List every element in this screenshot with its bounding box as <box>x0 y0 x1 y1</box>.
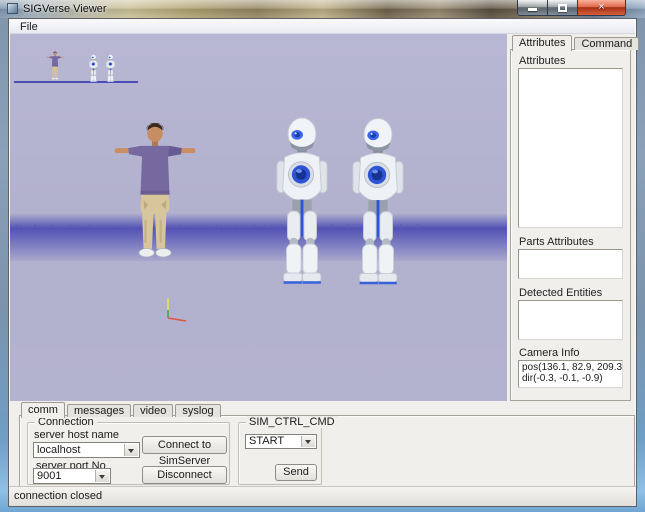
send-button[interactable]: Send <box>275 464 317 481</box>
tab-comm[interactable]: comm <box>21 402 65 418</box>
status-text: connection closed <box>14 490 102 502</box>
chevron-down-icon <box>128 449 134 456</box>
server-port-value: 9001 <box>37 470 61 482</box>
camera-info-label: Camera Info <box>519 347 580 359</box>
floor-plane <box>10 34 507 401</box>
sim-cmd-combobox[interactable]: START <box>245 434 317 449</box>
human-avatar <box>113 117 197 277</box>
sim-cmd-value: START <box>249 435 284 447</box>
parts-attributes-label: Parts Attributes <box>519 236 594 248</box>
robot-2 <box>349 113 407 291</box>
origin-axis-icon <box>154 297 194 325</box>
bottom-panel: comm messages video syslog Connection se… <box>19 401 635 487</box>
distant-robot-2 <box>104 54 117 83</box>
3d-viewport[interactable] <box>10 34 507 401</box>
chevron-down-icon <box>99 475 105 482</box>
distant-ground-line <box>14 81 138 83</box>
attributes-tab-page: Attributes Parts Attributes Detected Ent… <box>510 49 631 401</box>
maximize-button[interactable] <box>548 0 578 16</box>
menu-item-file[interactable]: File <box>15 21 43 33</box>
tab-messages[interactable]: messages <box>67 404 131 417</box>
server-host-value: localhost <box>37 444 80 456</box>
server-port-combobox[interactable]: 9001 <box>33 468 111 484</box>
server-port-dropdown-button[interactable] <box>95 470 109 482</box>
maximize-icon <box>558 4 567 12</box>
parts-attributes-textarea[interactable] <box>518 249 623 279</box>
camera-dir-value: dir(-0.3, -0.1, -0.9) <box>522 373 619 384</box>
detected-entities-label: Detected Entities <box>519 287 602 299</box>
robot-1 <box>273 113 331 290</box>
connect-button[interactable]: Connect to SimServer <box>142 436 227 454</box>
minimize-button[interactable] <box>517 0 548 16</box>
chevron-down-icon <box>305 440 311 447</box>
tab-syslog[interactable]: syslog <box>175 404 220 417</box>
attributes-textarea[interactable] <box>518 68 623 228</box>
menu-bar: File <box>10 20 635 34</box>
sim-cmd-dropdown-button[interactable] <box>301 436 315 447</box>
close-button[interactable]: × <box>578 0 626 16</box>
grid-floor <box>10 34 507 319</box>
connection-group: Connection server host name localhost Co… <box>27 422 230 485</box>
right-panel-tabs: Attributes Command <box>512 34 641 50</box>
attributes-label: Attributes <box>519 55 565 67</box>
server-host-label: server host name <box>34 429 119 441</box>
window-controls: × <box>517 0 626 16</box>
tab-attributes[interactable]: Attributes <box>512 35 572 51</box>
status-bar: connection closed <box>9 486 636 506</box>
distant-robot-1 <box>87 54 100 83</box>
server-host-dropdown-button[interactable] <box>124 444 138 456</box>
sim-ctrl-group-label: SIM_CTRL_CMD <box>246 416 338 428</box>
app-icon <box>7 3 18 14</box>
title-bar: SIGVerse Viewer × <box>0 0 645 18</box>
server-host-combobox[interactable]: localhost <box>33 442 140 458</box>
window-title: SIGVerse Viewer <box>23 3 107 15</box>
distant-human-avatar <box>46 51 64 83</box>
right-panel: Attributes Command Attributes Parts Attr… <box>510 34 631 401</box>
minimize-icon <box>528 8 537 11</box>
disconnect-button[interactable]: Disconnect SimServer <box>142 466 227 484</box>
camera-info-box[interactable]: pos(136.1, 82.9, 209.3) dir(-0.3, -0.1, … <box>518 360 623 388</box>
bottom-panel-tabs: comm messages video syslog <box>21 401 223 417</box>
close-icon: × <box>598 2 604 13</box>
tab-command[interactable]: Command <box>574 37 639 50</box>
detected-entities-textarea[interactable] <box>518 300 623 340</box>
tab-video[interactable]: video <box>133 404 173 417</box>
sim-ctrl-group: SIM_CTRL_CMD START Send <box>238 422 322 485</box>
sigverse-viewer-window: { "window": { "title": "SIGVerse Viewer"… <box>0 0 645 512</box>
comm-tab-page: Connection server host name localhost Co… <box>19 415 635 487</box>
client-area: File Attributes Command Attributes <box>8 18 637 507</box>
camera-pos-value: pos(136.1, 82.9, 209.3) <box>522 362 619 373</box>
